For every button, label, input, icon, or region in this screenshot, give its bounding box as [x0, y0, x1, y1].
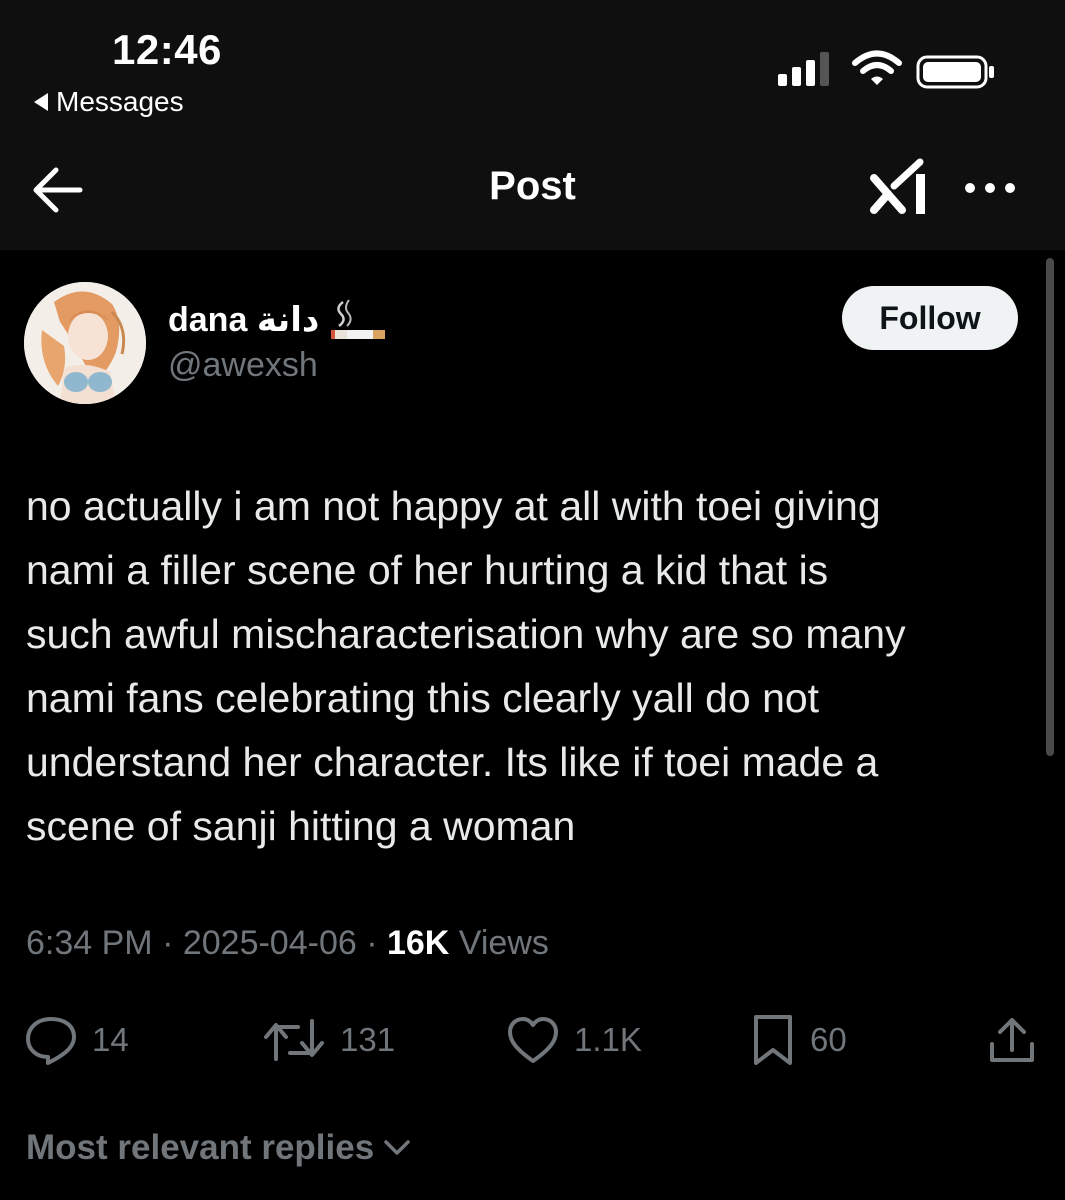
cigarette-icon: [331, 299, 386, 339]
share-button[interactable]: [986, 1012, 1038, 1068]
cellular-signal-icon: [778, 52, 829, 86]
reply-icon: [26, 1017, 76, 1065]
author-display-name[interactable]: dana دانة: [168, 296, 387, 344]
status-bar: 12:46 Messages: [0, 0, 1065, 128]
grok-icon[interactable]: [868, 156, 934, 220]
meta-separator: ·: [152, 924, 183, 962]
status-time: 12:46: [112, 26, 222, 73]
author-handle[interactable]: @awexsh: [168, 346, 318, 385]
back-app-label: Messages: [56, 86, 184, 117]
battery-icon: [916, 55, 994, 89]
wifi-icon: [852, 50, 902, 85]
repost-button[interactable]: 131: [262, 1012, 395, 1068]
repost-icon: [264, 1019, 324, 1061]
like-count: 1.1K: [574, 1021, 642, 1058]
post-text-line: nami a filler scene of her hurting a kid…: [26, 547, 829, 593]
post-header: Post: [0, 128, 1065, 250]
post-time: 6:34 PM: [26, 924, 153, 962]
chevron-down-icon: [384, 1140, 410, 1155]
post-text-line: such awful mischaracterisation why are s…: [26, 611, 906, 657]
more-options-icon[interactable]: [962, 180, 1018, 196]
repost-count: 131: [340, 1021, 396, 1058]
views-label: Views: [449, 924, 549, 962]
back-to-messages-link[interactable]: Messages: [34, 86, 184, 118]
follow-button[interactable]: Follow: [842, 286, 1018, 350]
post-date: 2025-04-06: [182, 924, 357, 962]
post-text-line: no actually i am not happy at all with t…: [26, 483, 881, 529]
like-button[interactable]: 1.1K: [506, 1012, 642, 1068]
heart-icon: [508, 1017, 558, 1063]
views-count[interactable]: 16K: [387, 924, 449, 962]
post-text-line: understand her character. Its like if to…: [26, 739, 879, 785]
display-name-text: dana دانة: [168, 301, 320, 339]
share-icon: [990, 1018, 1034, 1062]
meta-separator: ·: [356, 924, 387, 962]
post-text-line: scene of sanji hitting a woman: [26, 803, 576, 849]
back-triangle-icon: [34, 93, 48, 111]
post-metadata: 6:34 PM · 2025-04-06 · 16K Views: [26, 924, 549, 963]
avatar-illustration: [24, 282, 146, 404]
action-bar: 14 131 1.1K 60: [0, 1012, 1065, 1068]
bookmark-icon: [754, 1015, 792, 1065]
replies-sort-dropdown[interactable]: Most relevant replies: [26, 1128, 412, 1168]
avatar[interactable]: [24, 282, 146, 404]
post-text: no actually i am not happy at all with t…: [26, 474, 1038, 858]
replies-sort-label: Most relevant replies: [26, 1128, 375, 1167]
post-text-line: nami fans celebrating this clearly yall …: [26, 675, 820, 721]
bookmark-button[interactable]: 60: [750, 1012, 847, 1068]
reply-count: 14: [92, 1021, 129, 1058]
bookmark-count: 60: [810, 1021, 847, 1058]
scrollbar[interactable]: [1046, 258, 1054, 756]
reply-button[interactable]: 14: [24, 1012, 129, 1068]
